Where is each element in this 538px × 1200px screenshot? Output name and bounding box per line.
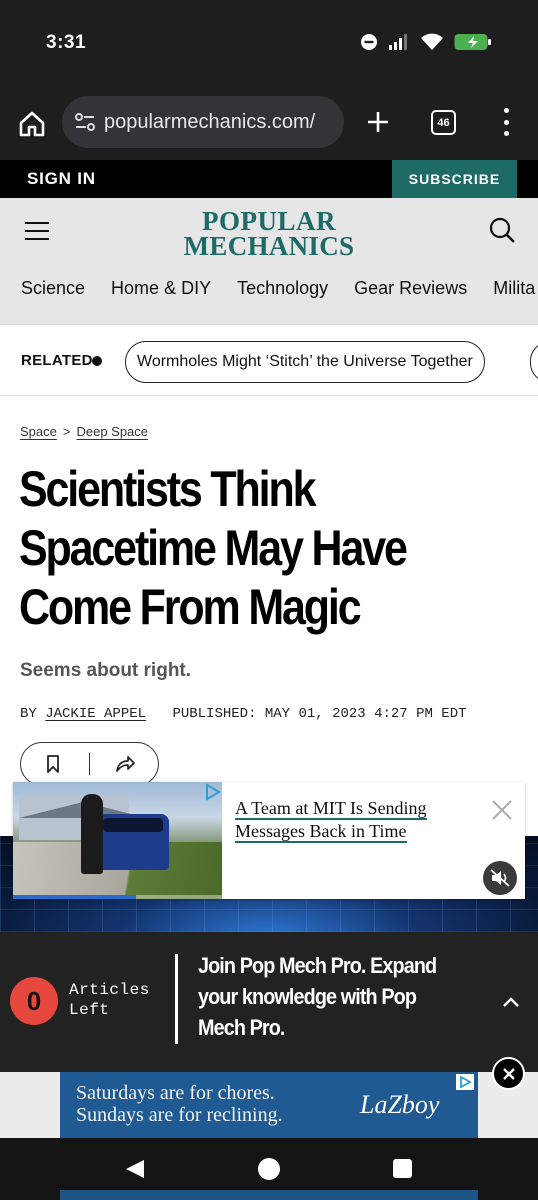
phone-screen: 3:31 popularmechanics.com/ 46 SIGN IN SU… [0,0,538,1200]
nav-item-home-diy[interactable]: Home & DIY [111,278,211,299]
breadcrumb: Space > Deep Space [20,424,148,439]
recents-icon[interactable] [393,1159,412,1178]
signal-icon [389,34,407,50]
articles-left-line-1: Articles [69,981,150,999]
pro-pitch-text[interactable]: Join Pop Mech Pro. Expand your knowledge… [198,950,441,1043]
home-icon[interactable] [18,110,46,138]
nav-item-science[interactable]: Science [21,278,85,299]
articles-left-line-2: Left [69,1001,110,1019]
articles-left-label: Articles Left [69,980,150,1020]
related-bar: RELATED Wormholes Might ‘Stitch’ the Uni… [0,324,538,396]
nav-item-military[interactable]: Milita [493,278,535,299]
nav-item-technology[interactable]: Technology [237,278,328,299]
breadcrumb-separator: > [62,424,71,439]
nav-item-gear-reviews[interactable]: Gear Reviews [354,278,467,299]
ad-copy-line-2: Sundays are for reclining. [76,1104,283,1126]
pill-divider [89,753,90,775]
paywall-bar: 0 Articles Left Join Pop Mech Pro. Expan… [0,932,538,1072]
do-not-disturb-icon [361,34,377,50]
battery-charging-icon [454,34,491,50]
logo-line-2: MECHANICS [183,230,355,261]
wifi-icon [421,33,443,50]
site-logo[interactable]: POPULAR MECHANICS [176,208,362,261]
account-bar: SIGN IN SUBSCRIBE [0,160,538,198]
video-title[interactable]: A Team at MIT Is Sending Messages Back i… [235,797,465,843]
bookmark-icon[interactable] [45,755,61,773]
ad-choices-icon[interactable] [204,783,222,801]
lazboy-banner-ad[interactable]: Saturdays are for chores. Sundays are fo… [60,1072,478,1138]
video-progress-fill [13,895,137,899]
tab-switcher-button[interactable]: 46 [431,110,456,135]
ad-copy: Saturdays are for chores. Sundays are fo… [76,1082,283,1126]
url-text: popularmechanics.com/ [104,110,316,133]
article-dek: Seems about right. [20,660,192,681]
chevron-up-icon[interactable] [502,995,520,1009]
article-headline: Scientists Think Spacetime May Have Come… [19,461,408,635]
byline-by: BY [20,706,37,722]
paywall-divider [175,954,178,1044]
car-window-shape [103,818,163,832]
section-nav: Science Home & DIY Technology Gear Revie… [21,278,535,299]
ad-peek [60,1190,478,1200]
ad-info-icon[interactable] [456,1074,474,1090]
lazboy-logo: LaZboy [360,1090,440,1119]
sign-in-link[interactable]: SIGN IN [27,169,96,189]
breadcrumb-space[interactable]: Space [20,424,57,439]
ad-close-button[interactable] [492,1057,525,1090]
subscribe-button[interactable]: SUBSCRIBE [392,160,517,198]
new-tab-icon[interactable] [366,110,390,134]
search-icon[interactable] [488,216,516,244]
related-label: RELATED [21,352,93,369]
address-bar[interactable]: popularmechanics.com/ [62,96,344,148]
related-article-pill[interactable]: Wormholes Might ‘Stitch’ the Universe To… [125,341,485,383]
ad-copy-line-1: Saturdays are for chores. [76,1082,275,1104]
browser-menu-icon[interactable] [500,108,512,136]
browser-toolbar: popularmechanics.com/ 46 [0,88,538,160]
site-settings-icon[interactable] [74,111,96,133]
site-header: POPULAR MECHANICS Science Home & DIY Tec… [0,198,538,324]
byline: BY JACKIE APPEL PUBLISHED: MAY 01, 2023 … [20,706,467,722]
published-date: PUBLISHED: MAY 01, 2023 4:27 PM EDT [172,706,467,722]
status-bar: 3:31 [0,0,538,88]
close-icon [502,1067,515,1080]
status-icons [360,33,494,51]
related-article-pill-next[interactable] [530,341,538,383]
video-thumbnail[interactable] [13,782,222,899]
close-icon[interactable] [491,799,513,821]
status-time: 3:31 [46,32,87,53]
home-circle-icon[interactable] [258,1158,280,1180]
system-navigation-bar [0,1138,538,1200]
mute-button[interactable] [483,861,517,895]
back-icon[interactable] [124,1158,146,1180]
hamburger-menu-icon[interactable] [25,222,49,240]
articles-left-count: 0 [10,977,58,1025]
save-share-pill [20,742,159,786]
author-link[interactable]: JACKIE APPEL [45,706,146,722]
share-icon[interactable] [115,755,135,773]
related-dot [92,356,102,366]
breadcrumb-deep-space[interactable]: Deep Space [76,424,148,439]
person-shape [81,794,103,874]
video-ad-overlay[interactable]: A Team at MIT Is Sending Messages Back i… [13,782,525,899]
speaker-muted-icon [490,869,510,887]
